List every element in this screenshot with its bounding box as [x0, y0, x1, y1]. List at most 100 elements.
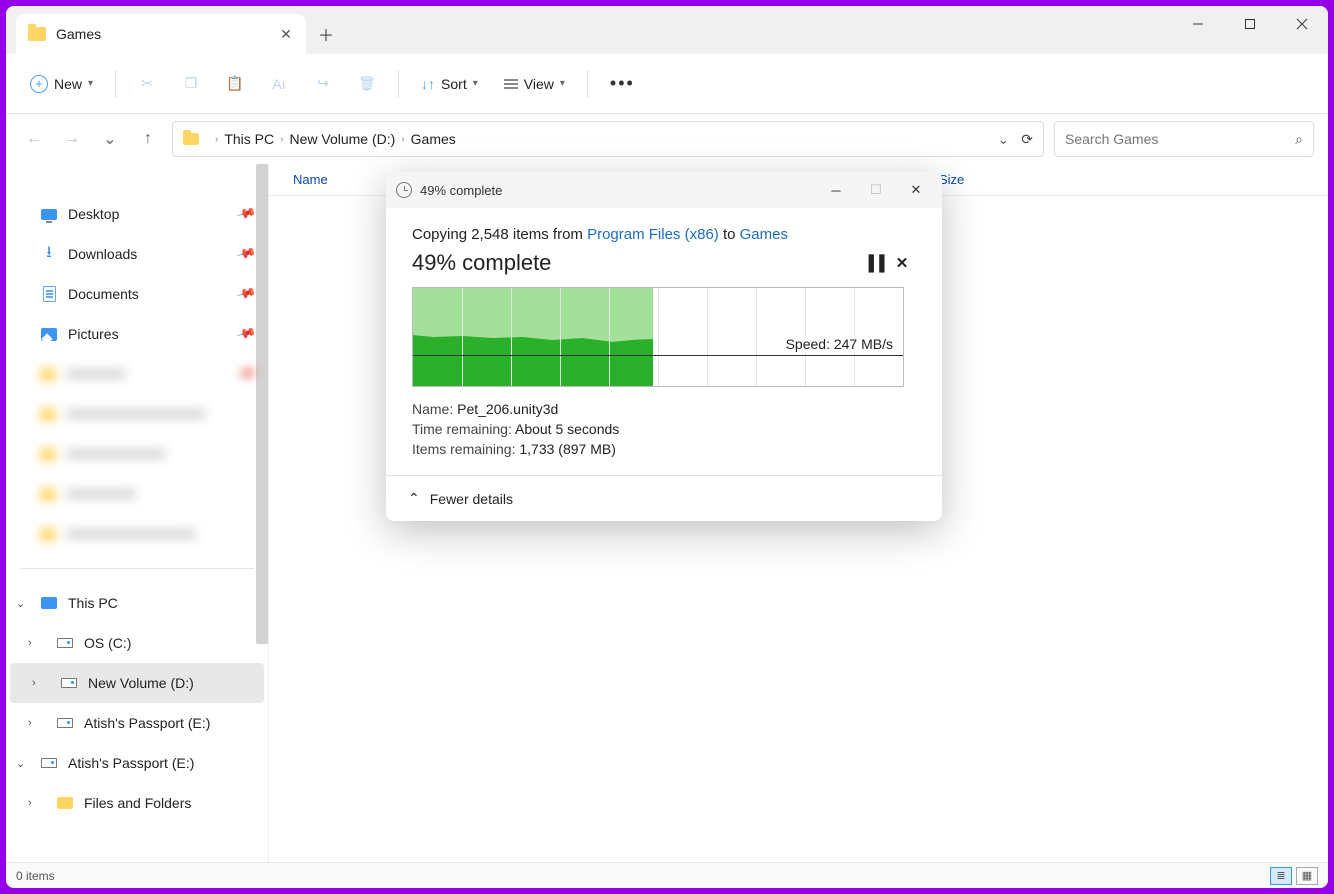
dialog-field-items: Items remaining: 1,733 (897 MB): [412, 441, 916, 457]
sidebar-item-drive-c[interactable]: › OS (C:): [6, 623, 268, 663]
breadcrumb-this-pc[interactable]: This PC: [224, 131, 274, 147]
sort-icon: ↓↑: [421, 76, 435, 92]
rename-button[interactable]: Aı: [260, 69, 298, 99]
tiles-view-button[interactable]: ▦: [1296, 867, 1318, 885]
expand-icon[interactable]: ›: [28, 637, 32, 649]
search-box[interactable]: ⌕: [1054, 121, 1314, 157]
paste-button[interactable]: 📋: [216, 69, 254, 99]
search-input[interactable]: [1065, 131, 1295, 147]
sidebar-item-label: New Volume (D:): [88, 675, 194, 691]
minimize-button[interactable]: [1172, 6, 1224, 42]
up-button[interactable]: ↑: [134, 125, 162, 153]
dialog-field-name: Name: Pet_206.unity3d: [412, 401, 916, 417]
sidebar-item-redacted[interactable]: [6, 434, 268, 474]
sidebar-item-redacted[interactable]: 📌: [6, 354, 268, 394]
sidebar-item-pictures[interactable]: Pictures 📌: [6, 314, 268, 354]
breadcrumb-volume[interactable]: New Volume (D:): [289, 131, 395, 147]
sidebar-item-ext-drive[interactable]: ⌄ Atish's Passport (E:): [6, 743, 268, 783]
sort-button[interactable]: ↓↑ Sort ▾: [411, 70, 488, 98]
drive-icon: [61, 678, 77, 688]
dialog-close-button[interactable]: ✕: [900, 176, 932, 204]
close-window-button[interactable]: [1276, 6, 1328, 42]
sidebar-item-documents[interactable]: Documents 📌: [6, 274, 268, 314]
folder-icon: [28, 27, 46, 41]
address-bar[interactable]: › This PC › New Volume (D:) › Games ⌄ ⟳: [172, 121, 1044, 157]
plus-icon: +: [30, 75, 48, 93]
view-icon: [504, 79, 518, 89]
new-tab-button[interactable]: ＋: [306, 14, 346, 54]
cut-button[interactable]: ✂: [128, 69, 166, 99]
expand-icon[interactable]: ›: [32, 677, 36, 689]
separator: [398, 70, 399, 98]
titlebar: Games ✕ ＋: [6, 6, 1328, 54]
sidebar-item-redacted[interactable]: [6, 514, 268, 554]
chevron-down-icon: ▾: [88, 78, 93, 89]
expand-icon[interactable]: ⌄: [16, 597, 25, 610]
chevron-right-icon: ›: [280, 134, 283, 145]
dialog-minimize-button[interactable]: ─: [820, 176, 852, 204]
address-dropdown[interactable]: ⌄: [998, 131, 1010, 148]
expand-icon[interactable]: ›: [28, 797, 32, 809]
transfer-speed-chart: Speed: 247 MB/s: [412, 287, 904, 387]
pin-icon: 📌: [235, 283, 257, 305]
fewer-details-label: Fewer details: [430, 491, 513, 507]
sidebar-item-label: This PC: [68, 595, 118, 611]
sidebar-item-label: Atish's Passport (E:): [68, 755, 194, 771]
sidebar-item-files-folders[interactable]: › Files and Folders: [6, 783, 268, 823]
folder-icon: [183, 133, 199, 145]
sidebar-item-label: OS (C:): [84, 635, 131, 651]
link-destination[interactable]: Games: [740, 226, 788, 243]
refresh-button[interactable]: ⟳: [1021, 131, 1033, 148]
sidebar-item-desktop[interactable]: Desktop 📌: [6, 194, 268, 234]
sidebar-item-label: Downloads: [68, 246, 137, 262]
back-button[interactable]: ←: [20, 125, 48, 153]
fewer-details-button[interactable]: ⌃ Fewer details: [386, 475, 942, 521]
view-button[interactable]: View ▾: [494, 70, 575, 98]
new-button[interactable]: + New ▾: [20, 69, 103, 99]
copy-icon: ❐: [182, 75, 200, 93]
link-source[interactable]: Program Files (x86): [587, 226, 719, 243]
forward-button[interactable]: →: [58, 125, 86, 153]
share-button[interactable]: ↪: [304, 69, 342, 99]
copy-button[interactable]: ❐: [172, 69, 210, 99]
pause-button[interactable]: ▐▐: [860, 249, 888, 277]
maximize-button[interactable]: [1224, 6, 1276, 42]
sidebar-item-downloads[interactable]: ⭳ Downloads 📌: [6, 234, 268, 274]
cancel-button[interactable]: ✕: [888, 249, 916, 277]
close-tab-button[interactable]: ✕: [278, 26, 294, 43]
sidebar-item-redacted[interactable]: [6, 394, 268, 434]
dialog-copying-line: Copying 2,548 items from Program Files (…: [412, 226, 916, 243]
sidebar-item-drive-d[interactable]: › New Volume (D:): [10, 663, 264, 703]
expand-icon[interactable]: ›: [28, 717, 32, 729]
chevron-right-icon: ›: [401, 134, 404, 145]
share-icon: ↪: [314, 75, 332, 93]
expand-icon[interactable]: ⌄: [16, 757, 25, 770]
chart-speed-area: [413, 335, 653, 386]
separator: [115, 70, 116, 98]
recent-dropdown[interactable]: ⌄: [96, 125, 124, 153]
dialog-maximize-button[interactable]: ☐: [860, 176, 892, 204]
sidebar-item-this-pc[interactable]: ⌄ This PC: [6, 583, 268, 623]
delete-button[interactable]: 🗑: [348, 69, 386, 99]
more-icon: •••: [610, 73, 635, 94]
sort-label: Sort: [441, 76, 467, 92]
more-button[interactable]: •••: [600, 67, 645, 100]
sidebar-item-redacted[interactable]: [6, 474, 268, 514]
search-icon: ⌕: [1295, 131, 1303, 148]
breadcrumb-games[interactable]: Games: [411, 131, 456, 147]
details-view-button[interactable]: ≣: [1270, 867, 1292, 885]
chevron-right-icon: ›: [215, 134, 218, 145]
sidebar-item-label: Atish's Passport (E:): [84, 715, 210, 731]
navigation-row: ← → ⌄ ↑ › This PC › New Volume (D:) › Ga…: [6, 114, 1328, 164]
chevron-down-icon: ▾: [473, 78, 478, 89]
pin-icon: 📌: [235, 363, 257, 385]
sidebar-item-drive-e[interactable]: › Atish's Passport (E:): [6, 703, 268, 743]
folder-icon: [57, 797, 73, 809]
pc-icon: [41, 597, 57, 609]
sidebar-item-label: Documents: [68, 286, 139, 302]
desktop-icon: [41, 209, 57, 220]
download-icon: ⭳: [40, 245, 58, 263]
pictures-icon: [41, 328, 57, 341]
copy-progress-dialog: 49% complete ─ ☐ ✕ Copying 2,548 items f…: [386, 172, 942, 521]
tab-games[interactable]: Games ✕: [16, 14, 306, 54]
